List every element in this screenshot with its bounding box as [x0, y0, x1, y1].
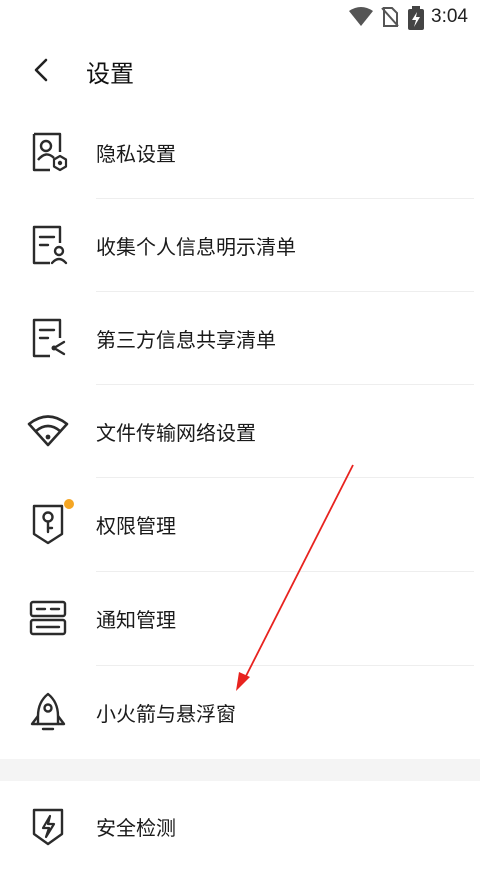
- settings-item-third-party-share[interactable]: 第三方信息共享清单: [0, 292, 480, 384]
- no-sim-icon: [381, 7, 399, 27]
- wifi-signal-icon: [349, 7, 373, 26]
- settings-item-label: 文件传输网络设置: [96, 421, 256, 445]
- rocket-icon: [30, 692, 66, 731]
- settings-item-label: 通知管理: [96, 608, 176, 632]
- status-bar: 3:04: [0, 0, 480, 34]
- header: 设置: [0, 44, 480, 96]
- key-shield-icon: [32, 504, 64, 545]
- notification-badge: [64, 499, 74, 509]
- settings-item-label: 权限管理: [96, 514, 176, 538]
- settings-item-label: 隐私设置: [96, 142, 176, 166]
- settings-item-privacy[interactable]: 隐私设置: [0, 106, 480, 198]
- settings-item-label: 收集个人信息明示清单: [96, 235, 296, 259]
- personal-info-list-icon: [32, 225, 68, 265]
- settings-item-file-transfer-network[interactable]: 文件传输网络设置: [0, 385, 480, 477]
- lightning-shield-icon: [32, 808, 64, 846]
- page-title: 设置: [86, 60, 134, 88]
- settings-item-label: 安全检测: [96, 816, 176, 840]
- settings-item-personal-info-list[interactable]: 收集个人信息明示清单: [0, 199, 480, 291]
- back-arrow-icon[interactable]: [28, 56, 56, 84]
- settings-item-label: 第三方信息共享清单: [96, 328, 276, 352]
- third-party-share-icon: [32, 318, 66, 358]
- notification-panel-icon: [29, 600, 67, 636]
- settings-item-label: 小火箭与悬浮窗: [96, 702, 236, 726]
- battery-charging-icon: [408, 6, 424, 30]
- wifi-icon: [27, 415, 69, 447]
- settings-item-permission-management[interactable]: 权限管理: [0, 478, 480, 570]
- settings-item-security-check[interactable]: 安全检测: [0, 780, 480, 872]
- settings-item-notification-management[interactable]: 通知管理: [0, 572, 480, 664]
- status-time: 3:04: [431, 6, 468, 27]
- privacy-person-icon: [32, 132, 68, 172]
- settings-item-rocket-floating-window[interactable]: 小火箭与悬浮窗: [0, 666, 480, 758]
- section-separator: [0, 759, 480, 781]
